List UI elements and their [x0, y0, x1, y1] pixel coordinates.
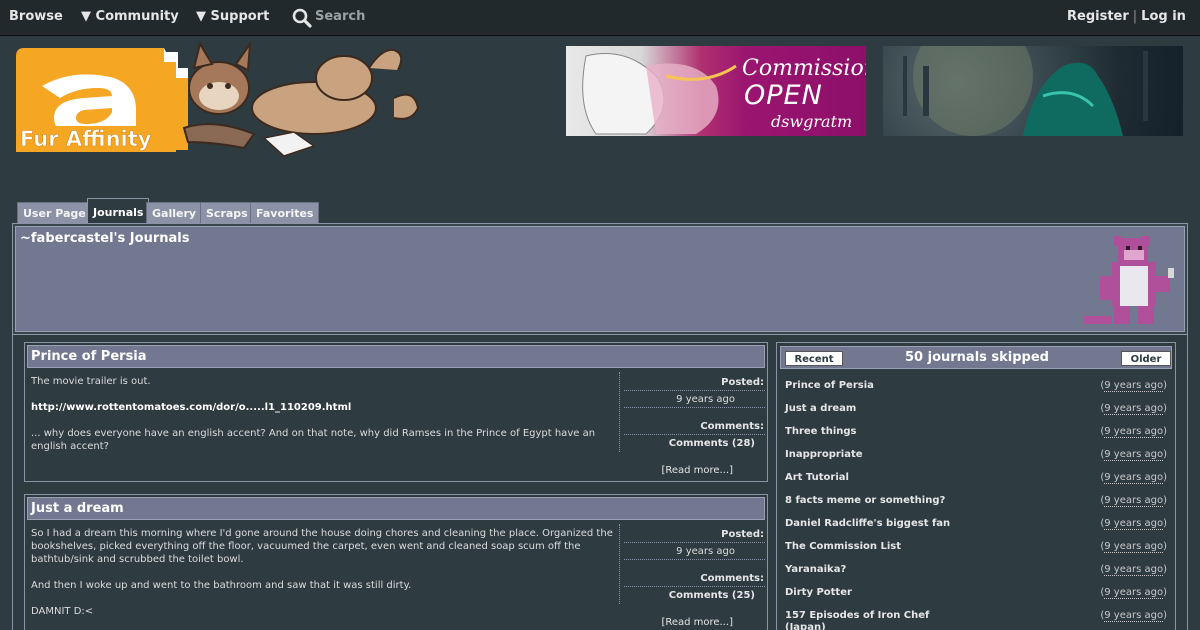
- journal-card-header: Just a dream: [27, 497, 765, 520]
- journal-title[interactable]: Just a dream: [31, 501, 124, 516]
- journal-list-title[interactable]: 8 facts meme or something?: [785, 495, 1025, 507]
- meta-divider: [624, 542, 765, 543]
- banner-art-2: [903, 46, 1148, 136]
- nav-support[interactable]: ▼ Support: [196, 9, 269, 24]
- meta-divider: [624, 434, 765, 435]
- user-avatar[interactable]: [1080, 232, 1186, 330]
- journal-list-title[interactable]: Yaranaika?: [785, 564, 1025, 576]
- comments-label: Comments:: [700, 421, 764, 432]
- journal-list-title[interactable]: Dirty Potter: [785, 587, 1025, 599]
- sidebar-header: Recent 50 journals skipped Older: [780, 346, 1172, 369]
- journal-paragraph: The movie trailer is out.: [31, 376, 151, 387]
- nav-separator: |: [1132, 9, 1138, 24]
- comments-link[interactable]: Comments (28): [669, 438, 755, 449]
- journal-card-header: Prince of Persia: [27, 345, 765, 368]
- journal-card: Prince of Persia The movie trailer is ou…: [24, 342, 768, 482]
- comments-link[interactable]: Comments (25): [669, 590, 755, 601]
- journal-header: ~fabercastel's Journals: [15, 226, 1185, 332]
- journal-list-age: (9 years ago): [1100, 541, 1167, 553]
- journal-list-age: (9 years ago): [1100, 472, 1167, 484]
- art-banner[interactable]: [883, 46, 1183, 136]
- page-title: ~fabercastel's Journals: [20, 231, 190, 246]
- journals-skipped: 50 journals skipped: [905, 350, 1049, 365]
- journal-paragraph: So I had a dream this morning where I'd …: [31, 528, 613, 565]
- site-logo[interactable]: Fur Affinity: [14, 38, 424, 162]
- meta-divider: [624, 407, 765, 408]
- journal-body: So I had a dream this morning where I'd …: [31, 527, 615, 630]
- search-input[interactable]: Search: [315, 9, 365, 24]
- comments-label: Comments:: [700, 573, 764, 584]
- journal-title[interactable]: Prince of Persia: [31, 349, 147, 364]
- tab-journals[interactable]: Journals: [87, 198, 150, 224]
- banner-line2: OPEN: [744, 80, 823, 111]
- journal-list-age: (9 years ago): [1100, 495, 1167, 507]
- journal-list-age: (9 years ago): [1100, 403, 1167, 415]
- meta-divider: [624, 390, 765, 391]
- register-link[interactable]: Register: [1067, 9, 1129, 24]
- journal-list-title[interactable]: 157 Episodes of Iron Chef (Japan): [785, 610, 955, 630]
- journal-list-age: (9 years ago): [1100, 426, 1167, 438]
- journal-list-age: (9 years ago): [1100, 449, 1167, 461]
- journal-list-title[interactable]: Inappropriate: [785, 449, 1025, 461]
- journal-list-sidebar: Recent 50 journals skipped Older Prince …: [776, 342, 1176, 630]
- banner-line1: Commissions: [742, 56, 866, 81]
- journal-body: The movie trailer is out. http://www.rot…: [31, 375, 615, 466]
- older-button[interactable]: Older: [1121, 351, 1171, 366]
- journal-list-age: (9 years ago): [1100, 564, 1167, 576]
- journal-paragraph: And then I woke up and went to the bathr…: [31, 580, 412, 591]
- posted-value: 9 years ago: [676, 394, 735, 405]
- meta-divider: [624, 559, 765, 560]
- journal-list-age: (9 years ago): [1100, 380, 1167, 392]
- meta-divider: [624, 586, 765, 587]
- top-nav: Browse ▼ Community ▼ Support Search Regi…: [0, 0, 1200, 36]
- journal-card: Just a dream So I had a dream this morni…: [24, 494, 768, 630]
- tab-user-page[interactable]: User Page: [17, 202, 92, 224]
- read-more-link[interactable]: [Read more...]: [661, 617, 733, 628]
- read-more-link[interactable]: [Read more...]: [661, 465, 733, 476]
- logo-text: Fur Affinity: [20, 127, 152, 151]
- journal-paragraph: DAMNIT D:<: [31, 606, 94, 617]
- nav-community[interactable]: ▼ Community: [81, 9, 179, 24]
- journal-meta: Posted: 9 years ago Comments: Comments (…: [619, 524, 767, 628]
- posted-label: Posted:: [721, 529, 764, 540]
- journal-list-title[interactable]: Art Tutorial: [785, 472, 1025, 484]
- journal-list-title[interactable]: The Commission List: [785, 541, 1025, 553]
- search-icon[interactable]: [292, 8, 312, 28]
- login-link[interactable]: Log in: [1141, 9, 1186, 24]
- commission-banner[interactable]: Commissions OPEN dswgratm: [566, 46, 866, 136]
- journal-list-title[interactable]: Daniel Radcliffe's biggest fan: [785, 518, 1025, 530]
- journal-list-age: (9 years ago): [1100, 610, 1167, 622]
- journal-list-title[interactable]: Three things: [785, 426, 1025, 438]
- journal-list-title[interactable]: Prince of Persia: [785, 380, 1025, 392]
- journal-link[interactable]: http://www.rottentomatoes.com/dor/o.....…: [31, 401, 615, 414]
- journal-list-age: (9 years ago): [1100, 518, 1167, 530]
- journal-meta: Posted: 9 years ago Comments: Comments (…: [619, 372, 767, 476]
- nav-browse[interactable]: Browse: [9, 9, 63, 24]
- tab-gallery[interactable]: Gallery: [146, 202, 203, 224]
- banner-line3: dswgratm: [771, 112, 853, 131]
- auth-links: Register | Log in: [1067, 9, 1186, 24]
- posted-label: Posted:: [721, 377, 764, 388]
- journal-list-age: (9 years ago): [1100, 587, 1167, 599]
- tab-favorites[interactable]: Favorites: [250, 202, 320, 224]
- tab-scraps[interactable]: Scraps: [200, 202, 254, 224]
- journal-paragraph: ... why does everyone have an english ac…: [31, 428, 596, 452]
- journal-list-title[interactable]: Just a dream: [785, 403, 1025, 415]
- posted-value: 9 years ago: [676, 546, 735, 557]
